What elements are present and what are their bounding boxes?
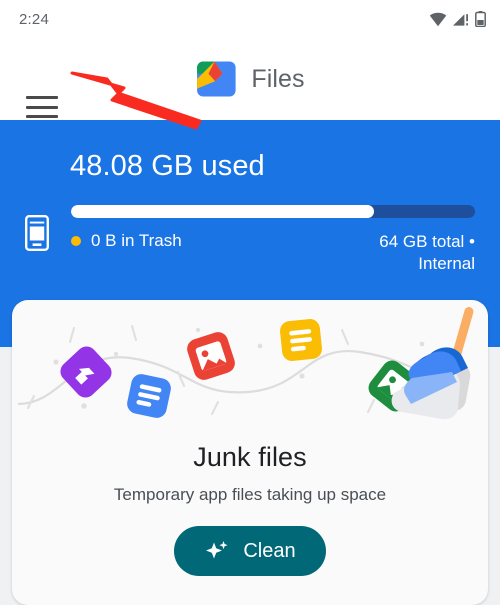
battery-icon <box>475 11 486 27</box>
storage-meter-row: 0 B in Trash 64 GB total • Internal <box>25 205 475 276</box>
storage-meter: 0 B in Trash 64 GB total • Internal <box>71 205 475 276</box>
hamburger-line <box>26 115 58 118</box>
storage-legend: 0 B in Trash 64 GB total • Internal <box>71 231 475 276</box>
audio-file-icon <box>60 346 112 398</box>
storage-total-line-2: Internal <box>418 254 475 274</box>
wifi-icon <box>429 12 447 26</box>
hamburger-line <box>26 96 58 99</box>
status-bar-icons <box>429 11 486 27</box>
files-app-logo <box>197 61 236 97</box>
trash-label: 0 B in Trash <box>91 231 182 250</box>
document-file-icon <box>127 374 171 418</box>
storage-total-label: 64 GB total • Internal <box>379 231 475 276</box>
junk-files-card[interactable]: Junk files Temporary app files taking up… <box>12 300 488 605</box>
smartphone-icon <box>25 215 49 251</box>
junk-files-title: Junk files <box>193 442 307 472</box>
cellular-signal-alert-icon <box>453 13 468 26</box>
clean-button-container: Clean <box>12 526 488 576</box>
hamburger-line <box>26 105 58 109</box>
sparkle-icon <box>206 541 228 559</box>
junk-files-illustration <box>12 300 488 428</box>
image-file-icon <box>187 332 235 380</box>
note-file-icon <box>280 319 322 361</box>
clean-button[interactable]: Clean <box>174 526 326 576</box>
trash-dot-icon <box>71 236 81 246</box>
hamburger-menu-button[interactable] <box>26 96 58 118</box>
app-title: Files <box>251 64 305 93</box>
app-bar: Files <box>0 38 500 120</box>
status-bar-clock: 2:24 <box>19 10 49 28</box>
trash-summary[interactable]: 0 B in Trash <box>71 231 182 251</box>
storage-progress-track <box>71 205 475 218</box>
broom-dustpan-icon <box>391 307 474 420</box>
status-bar: 2:24 <box>0 0 500 38</box>
storage-progress-fill <box>71 205 374 218</box>
app-brand: Files <box>195 58 305 100</box>
storage-total-line-1: 64 GB total • <box>379 232 475 251</box>
clean-button-label: Clean <box>243 539 296 562</box>
illustration-canvas <box>17 307 474 420</box>
storage-used-text: 48.08 GB used <box>70 150 265 182</box>
junk-files-subtitle: Temporary app files taking up space <box>113 485 387 504</box>
